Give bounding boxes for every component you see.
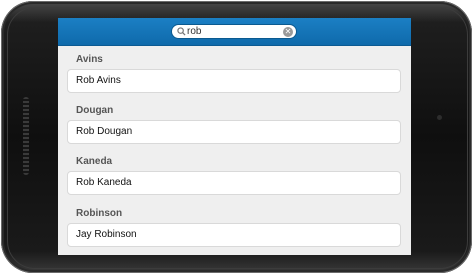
toolbar: ✕: [58, 18, 411, 46]
search-icon: [177, 27, 186, 36]
search-input[interactable]: [187, 25, 279, 38]
group-heading-avins: Avins: [76, 54, 103, 65]
app-screen: ✕ Avins Rob Avins Dougan Rob Dougan Kane…: [58, 18, 411, 255]
phone-speaker: [23, 97, 29, 175]
list-item-rob-dougan[interactable]: Rob Dougan: [67, 120, 401, 144]
group-heading-dougan: Dougan: [76, 105, 114, 116]
list-item-rob-kaneda[interactable]: Rob Kaneda: [67, 171, 401, 195]
search-field[interactable]: ✕: [171, 24, 297, 39]
list-item-rob-avins[interactable]: Rob Avins: [67, 69, 401, 93]
group-heading-robinson: Robinson: [76, 208, 123, 219]
list-item-jay-robinson[interactable]: Jay Robinson: [67, 223, 401, 247]
phone-sensor: [437, 115, 442, 120]
group-heading-kaneda: Kaneda: [76, 156, 113, 167]
clear-icon[interactable]: ✕: [283, 27, 293, 37]
